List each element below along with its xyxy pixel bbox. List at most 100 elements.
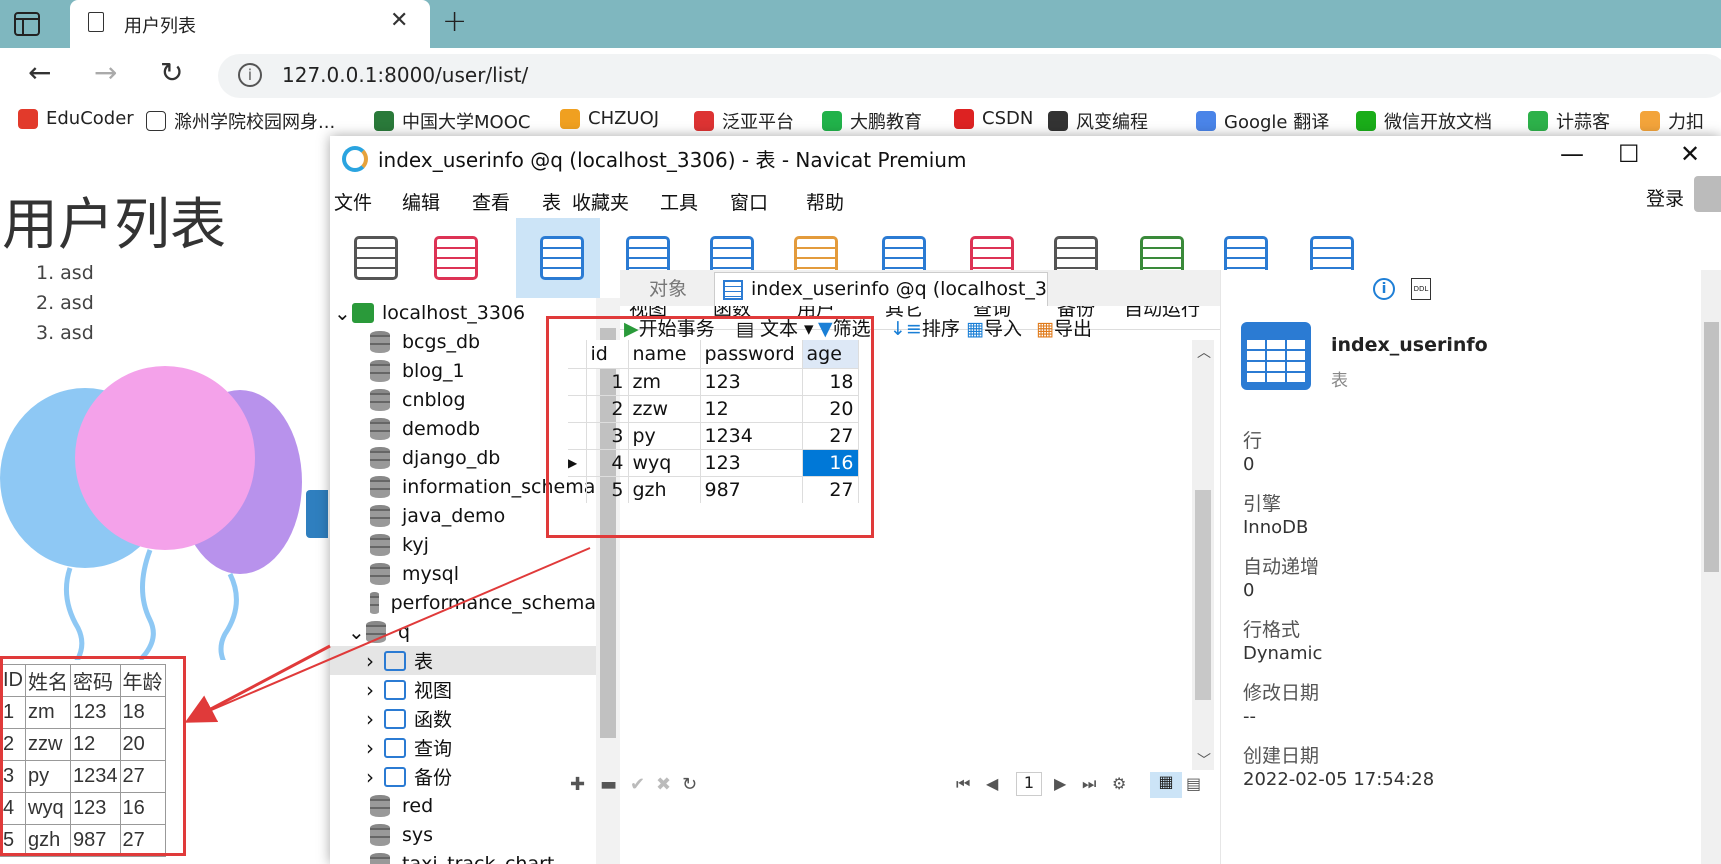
chevron-right-icon[interactable]: › bbox=[366, 765, 384, 789]
bookmark-item[interactable]: 泛亚平台 bbox=[694, 108, 794, 134]
browser-tab[interactable]: 用户列表 ✕ bbox=[70, 0, 430, 48]
tree-folder-function[interactable]: › 函数 bbox=[330, 704, 596, 733]
database-icon bbox=[370, 475, 390, 498]
bookmark-label: 滁州学院校园网身... bbox=[174, 112, 336, 133]
chevron-down-icon[interactable]: ⌄ bbox=[348, 620, 366, 644]
maximize-button[interactable]: ☐ bbox=[1618, 140, 1640, 168]
menu-view[interactable]: 查看 bbox=[472, 188, 510, 215]
tree-database[interactable]: taxi_track_chart bbox=[330, 849, 596, 864]
tree-folder-backup[interactable]: › 备份 bbox=[330, 762, 596, 791]
vertical-tabs-icon[interactable] bbox=[14, 12, 40, 36]
bookmark-item[interactable]: CHZUOJ bbox=[560, 108, 659, 129]
menu-window[interactable]: 窗口 bbox=[730, 188, 768, 215]
scroll-down-icon[interactable]: ﹀ bbox=[1197, 750, 1211, 770]
bookmark-item[interactable]: 微信开放文档 bbox=[1356, 108, 1492, 134]
close-tab-icon[interactable]: ✕ bbox=[390, 8, 408, 33]
tab-objects[interactable]: 对象 bbox=[624, 274, 712, 306]
database-icon bbox=[370, 388, 390, 411]
page-side-button[interactable] bbox=[306, 490, 328, 538]
tab-table-userinfo[interactable]: index_userinfo @q (localhost_3306) ... bbox=[714, 272, 1048, 306]
bookmark-icon bbox=[954, 108, 974, 129]
menu-file[interactable]: 文件 bbox=[334, 188, 372, 215]
bookmark-item[interactable]: EduCoder bbox=[18, 108, 134, 129]
tree-folder-table[interactable]: › 表 bbox=[330, 646, 596, 675]
form-view-icon[interactable]: ▤ bbox=[1186, 774, 1201, 793]
menu-tools[interactable]: 工具 bbox=[660, 188, 698, 215]
export-button[interactable]: ▦导出 bbox=[1036, 314, 1092, 341]
grid-scrollbar[interactable]: ︿ ﹀ bbox=[1192, 340, 1214, 770]
table-icon bbox=[384, 650, 406, 671]
tree-database[interactable]: red bbox=[330, 791, 596, 820]
database-icon bbox=[370, 330, 390, 353]
menu-edit[interactable]: 编辑 bbox=[402, 188, 440, 215]
tree-label: taxi_track_chart bbox=[402, 852, 555, 864]
menu-table[interactable]: 表 bbox=[542, 188, 561, 215]
site-info-icon[interactable]: i bbox=[238, 63, 262, 87]
login-link[interactable]: 登录 bbox=[1646, 184, 1684, 211]
menu-help[interactable]: 帮助 bbox=[806, 188, 844, 215]
back-button[interactable]: ← bbox=[28, 56, 51, 89]
close-window-button[interactable]: ✕ bbox=[1680, 140, 1700, 168]
address-bar[interactable]: i 127.0.0.1:8000/user/list/ bbox=[218, 54, 1721, 98]
page-number-input[interactable]: 1 bbox=[1016, 772, 1042, 796]
avatar[interactable] bbox=[1694, 176, 1721, 212]
scroll-up-icon[interactable]: ︿ bbox=[1197, 342, 1211, 362]
grid-view-icon[interactable]: ▦ bbox=[1150, 772, 1182, 798]
tree-database-open[interactable]: ⌄ q bbox=[330, 617, 596, 646]
table-icon bbox=[723, 280, 743, 300]
database-icon bbox=[370, 852, 390, 864]
tree-label: cnblog bbox=[402, 388, 466, 411]
refresh-icon[interactable]: ↻ bbox=[682, 774, 697, 795]
last-page-icon[interactable]: ⏭ bbox=[1082, 774, 1096, 794]
sort-button[interactable]: ↓≡排序 bbox=[890, 314, 960, 341]
discard-icon[interactable]: ✖ bbox=[656, 774, 671, 795]
bookmark-label: Google 翻译 bbox=[1224, 112, 1330, 133]
tree-label: red bbox=[402, 794, 434, 817]
first-page-icon[interactable]: ⏮ bbox=[956, 774, 970, 794]
delete-record-icon[interactable]: ▬ bbox=[600, 774, 617, 795]
chevron-right-icon[interactable]: › bbox=[366, 649, 384, 673]
chevron-down-icon[interactable]: ⌄ bbox=[334, 301, 352, 325]
bookmark-item[interactable]: 计蒜客 bbox=[1528, 108, 1610, 134]
tree-database[interactable]: performance_schema bbox=[330, 588, 596, 617]
ddl-icon[interactable]: DDL bbox=[1411, 278, 1431, 300]
apply-icon[interactable]: ✔ bbox=[630, 774, 645, 795]
add-record-icon[interactable]: ✚ bbox=[570, 774, 585, 795]
info-object-name: index_userinfo bbox=[1331, 334, 1488, 356]
scrollbar-thumb[interactable] bbox=[1195, 490, 1211, 700]
tree-folder-view[interactable]: › 视图 bbox=[330, 675, 596, 704]
minimize-button[interactable]: — bbox=[1560, 140, 1584, 168]
menu-favorites[interactable]: 收藏夹 bbox=[572, 188, 629, 215]
bookmark-label: 大鹏教育 bbox=[850, 112, 922, 133]
tree-database[interactable]: sys bbox=[330, 820, 596, 849]
chevron-right-icon[interactable]: › bbox=[366, 678, 384, 702]
bookmark-label: CHZUOJ bbox=[588, 108, 660, 129]
import-button[interactable]: ▦导入 bbox=[966, 314, 1022, 341]
bookmark-item[interactable]: 大鹏教育 bbox=[822, 108, 922, 134]
bookmark-item[interactable]: CSDN bbox=[954, 108, 1033, 129]
chevron-right-icon[interactable]: › bbox=[366, 736, 384, 760]
scrollbar-thumb[interactable] bbox=[1704, 322, 1719, 572]
browser-nav-bar: ← → ↻ i 127.0.0.1:8000/user/list/ bbox=[0, 48, 1721, 104]
prev-page-icon[interactable]: ◀ bbox=[986, 774, 998, 793]
url-text[interactable]: 127.0.0.1:8000/user/list/ bbox=[282, 63, 528, 87]
bookmark-item[interactable]: 中国大学MOOC bbox=[374, 108, 530, 134]
reload-button[interactable]: ↻ bbox=[160, 56, 183, 89]
database-icon bbox=[370, 446, 390, 469]
bookmark-item[interactable]: 力扣 bbox=[1640, 108, 1704, 134]
sort-icon: ↓≡ bbox=[890, 318, 922, 340]
bookmark-item[interactable]: 风变编程 bbox=[1048, 108, 1148, 134]
settings-icon[interactable]: ⚙ bbox=[1112, 774, 1126, 793]
tree-label: blog_1 bbox=[402, 359, 465, 382]
new-tab-button[interactable]: + bbox=[442, 4, 467, 39]
info-scrollbar[interactable] bbox=[1701, 270, 1721, 864]
info-icon[interactable]: i bbox=[1373, 278, 1395, 300]
tree-label: sys bbox=[402, 823, 434, 846]
forward-button[interactable]: → bbox=[94, 56, 117, 89]
tree-folder-query[interactable]: › 查询 bbox=[330, 733, 596, 762]
bookmark-item[interactable]: Google 翻译 bbox=[1196, 108, 1329, 134]
tree-database[interactable]: mysql bbox=[330, 559, 596, 588]
next-page-icon[interactable]: ▶ bbox=[1054, 774, 1066, 793]
bookmark-item[interactable]: 滁州学院校园网身... bbox=[146, 108, 335, 134]
chevron-right-icon[interactable]: › bbox=[366, 707, 384, 731]
